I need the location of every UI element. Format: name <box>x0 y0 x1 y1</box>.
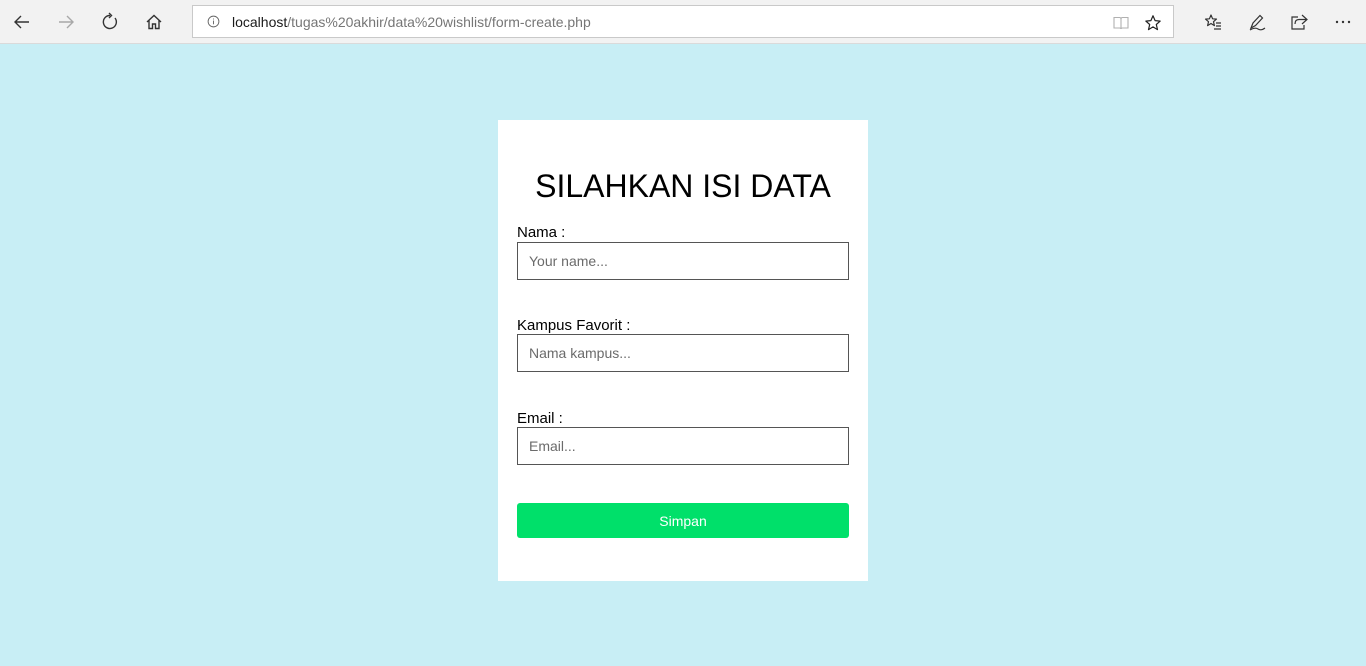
back-arrow-icon <box>14 15 29 29</box>
email-label: Email : <box>517 410 563 427</box>
share-button[interactable] <box>1277 0 1321 44</box>
url-host: localhost <box>232 13 288 30</box>
kampus-favorit-label: Kampus Favorit : <box>517 317 631 334</box>
simpan-button[interactable]: Simpan <box>517 503 849 538</box>
back-button[interactable] <box>0 0 44 44</box>
form-card: SILAHKAN ISI DATA Nama : Kampus Favorit … <box>498 120 868 581</box>
address-bar[interactable]: localhost/tugas%20akhir/data%20wishlist/… <box>192 5 1174 38</box>
notes-button[interactable] <box>1235 0 1279 44</box>
reading-view-icon[interactable] <box>1105 6 1137 39</box>
favorites-hub-button[interactable] <box>1191 0 1235 44</box>
more-button[interactable] <box>1321 0 1365 44</box>
url-text[interactable]: localhost/tugas%20akhir/data%20wishlist/… <box>232 14 591 30</box>
home-icon <box>146 14 162 30</box>
email-input[interactable] <box>517 427 849 465</box>
refresh-icon <box>102 12 118 30</box>
info-icon[interactable] <box>206 15 220 29</box>
pen-icon <box>1249 14 1266 31</box>
forward-button[interactable] <box>44 0 88 44</box>
url-path: /tugas%20akhir/data%20wishlist/form-crea… <box>287 13 591 30</box>
forward-arrow-icon <box>59 15 74 29</box>
share-icon <box>1291 14 1308 30</box>
refresh-button[interactable] <box>88 0 132 44</box>
nama-input[interactable] <box>517 242 849 280</box>
favorites-list-icon <box>1204 14 1221 30</box>
star-icon[interactable] <box>1137 6 1169 39</box>
form-title: SILAHKAN ISI DATA <box>535 168 831 204</box>
home-button[interactable] <box>132 0 176 44</box>
browser-toolbar: localhost/tugas%20akhir/data%20wishlist/… <box>0 0 1366 44</box>
kampus-favorit-input[interactable] <box>517 334 849 372</box>
nama-label: Nama : <box>517 224 566 241</box>
more-dots-icon <box>1335 20 1351 24</box>
